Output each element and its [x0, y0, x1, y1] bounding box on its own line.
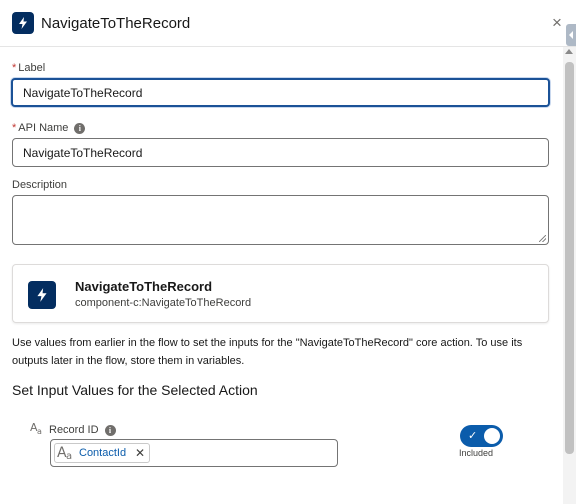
info-icon[interactable]: i: [104, 424, 116, 436]
api-name-field-label: * API Name i: [12, 122, 86, 134]
resize-grip-icon[interactable]: [539, 235, 546, 242]
collapse-panel-tab[interactable]: [566, 24, 576, 46]
info-icon[interactable]: i: [74, 122, 86, 134]
pill-label: ContactId: [79, 447, 127, 459]
record-id-label-text: Record ID: [49, 424, 99, 436]
modal-header: NavigateToTheRecord ×: [0, 0, 576, 47]
include-toggle[interactable]: ✓: [460, 425, 503, 447]
selected-action-card: NavigateToTheRecord component-c:Navigate…: [12, 264, 549, 323]
lightning-bolt-icon: [12, 12, 34, 34]
modal-title: NavigateToTheRecord: [41, 15, 191, 32]
action-title: NavigateToTheRecord: [75, 279, 213, 294]
check-icon: ✓: [468, 429, 478, 442]
remove-pill-icon[interactable]: ✕: [135, 446, 145, 460]
toggle-label: Included: [459, 448, 494, 458]
record-id-input[interactable]: A a ContactId ✕: [50, 439, 338, 467]
record-id-label: Record ID i: [49, 424, 116, 436]
close-icon[interactable]: ×: [552, 13, 562, 33]
lightning-bolt-icon: [28, 281, 56, 309]
required-mark: *: [12, 62, 17, 74]
action-subtitle: component-c:NavigateToTheRecord: [75, 297, 252, 309]
scroll-up-arrow-icon[interactable]: [565, 49, 573, 54]
description-textarea[interactable]: [12, 195, 549, 245]
section-title: Set Input Values for the Selected Action: [12, 382, 258, 398]
help-text: Use values from earlier in the flow to s…: [12, 337, 523, 367]
toggle-knob: [484, 428, 500, 444]
resource-pill[interactable]: A a ContactId ✕: [54, 443, 150, 463]
label-input[interactable]: NavigateToTheRecord: [11, 78, 550, 107]
api-name-input[interactable]: NavigateToTheRecord: [12, 138, 549, 167]
type-glyph-small: a: [37, 427, 42, 436]
required-mark: *: [12, 122, 17, 134]
description-field-label: Description: [12, 179, 68, 191]
scrollbar-thumb[interactable]: [565, 62, 574, 454]
text-type-icon-small: a: [66, 451, 73, 462]
label-field-label: * Label: [12, 62, 45, 74]
label-field-text: Label: [18, 62, 46, 74]
api-name-field-text: API Name: [18, 122, 69, 134]
